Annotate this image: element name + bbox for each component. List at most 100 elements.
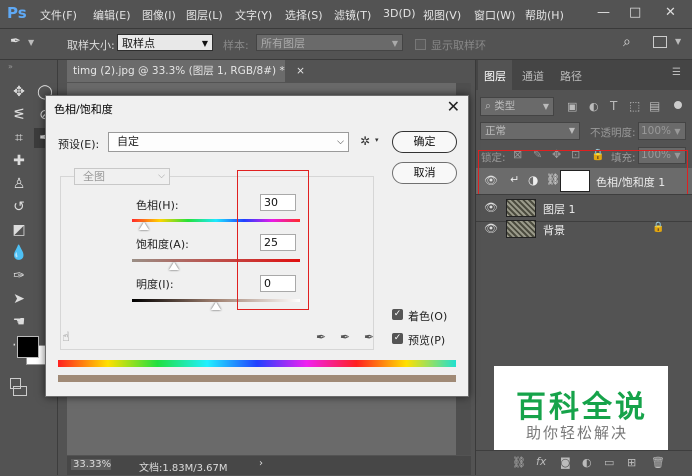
layers-footer: ⛓ fx ◙ ◐ ▭ ⊞ 🗑: [476, 450, 692, 476]
preset-value: 自定: [117, 135, 139, 148]
colorize-label: 着色(O): [408, 310, 448, 323]
preset-select[interactable]: 自定 ⌵: [108, 132, 349, 152]
menu-select[interactable]: 选择(S): [285, 7, 323, 23]
adjustment-group: [60, 176, 374, 350]
menu-edit[interactable]: 编辑(E): [93, 7, 131, 23]
filter-smart-icon[interactable]: ▤: [649, 99, 660, 113]
blend-mode-select[interactable]: 正常 ▼: [480, 122, 580, 140]
opacity-label: 不透明度:: [590, 127, 636, 139]
add-mask-icon[interactable]: ◙: [560, 456, 571, 469]
ok-button[interactable]: 确定: [392, 131, 457, 153]
chevron-down-icon: ▼: [201, 39, 208, 48]
crop-tool-icon[interactable]: ⌗: [8, 128, 30, 148]
eye-icon[interactable]: 👁: [484, 201, 498, 214]
link-layers-icon[interactable]: ⛓: [512, 456, 526, 469]
saturation-slider-thumb[interactable]: [169, 262, 179, 270]
input-color-bar: [58, 360, 456, 367]
sample-size-label: 取样大小:: [67, 39, 115, 52]
menu-type[interactable]: 文字(Y): [235, 7, 272, 23]
chevron-down-icon: ⌵: [337, 137, 344, 147]
new-adjustment-icon[interactable]: ◐: [582, 456, 592, 469]
eraser-tool-icon[interactable]: ◩: [8, 220, 30, 240]
close-window-button[interactable]: ✕: [665, 5, 676, 20]
new-layer-icon[interactable]: ⊞: [627, 456, 636, 469]
show-ring-label: 显示取样环: [431, 39, 486, 52]
panel-menu-icon[interactable]: ☰: [672, 67, 681, 78]
eyedropper-icon[interactable]: ✒: [10, 34, 21, 49]
screen-mode-icon[interactable]: [13, 386, 27, 396]
eye-icon[interactable]: 👁: [484, 222, 498, 235]
sample-size-select[interactable]: 取样点 ▼: [117, 34, 213, 51]
fx-icon[interactable]: fx: [536, 455, 546, 468]
layer-row-layer-1[interactable]: 👁 图层 1: [476, 195, 692, 221]
filter-shape-icon[interactable]: ⬚: [629, 99, 640, 113]
tab-layers[interactable]: 图层: [484, 68, 506, 84]
document-title: timg (2).jpg @ 33.3% (图层 1, RGB/8#) *: [73, 65, 285, 77]
layer-name[interactable]: 背景: [543, 222, 565, 238]
collapse-icon[interactable]: »: [8, 62, 13, 71]
path-select-icon[interactable]: ➤: [8, 289, 30, 309]
minimize-button[interactable]: —: [597, 5, 610, 20]
preview-checkbox[interactable]: ✓: [392, 333, 403, 344]
healing-brush-icon[interactable]: ✚: [8, 151, 30, 171]
blur-tool-icon[interactable]: 💧: [8, 243, 30, 263]
status-menu-arrow[interactable]: ›: [259, 458, 263, 469]
close-dialog-button[interactable]: ✕: [447, 97, 460, 116]
sample-select[interactable]: 所有图层 ▼: [256, 34, 403, 51]
layer-filter-select[interactable]: ⌕ 类型 ▼: [480, 97, 554, 116]
menu-file[interactable]: 文件(F): [40, 7, 77, 23]
maximize-button[interactable]: □: [629, 5, 641, 20]
hand-adjust-icon[interactable]: ☝: [62, 330, 70, 345]
hue-slider-thumb[interactable]: [139, 222, 149, 230]
lasso-tool-icon[interactable]: ᓬ: [8, 105, 30, 125]
layer-row-background[interactable]: 👁 背景 🔒: [476, 220, 692, 248]
chevron-down-icon[interactable]: ▾: [375, 136, 379, 144]
lightness-slider-thumb[interactable]: [211, 302, 221, 310]
filter-pixel-icon[interactable]: ▣: [567, 100, 577, 113]
new-group-icon[interactable]: ▭: [604, 456, 614, 469]
move-tool-icon[interactable]: ✥: [8, 82, 30, 102]
colorize-checkbox[interactable]: ✓: [392, 309, 403, 320]
watermark: 百科全说 助你轻松解决: [494, 366, 668, 450]
tab-paths[interactable]: 路径: [560, 68, 582, 84]
layer-thumbnail: [506, 220, 536, 238]
eyedropper-plus-icon[interactable]: ✒: [340, 330, 350, 344]
channel-select[interactable]: 全图 ⌵: [74, 168, 170, 185]
history-brush-icon[interactable]: ↺: [8, 197, 30, 217]
zoom-level[interactable]: 33.33%: [71, 459, 111, 470]
menu-bar: Ps 文件(F) 编辑(E) 图像(I) 图层(L) 文字(Y) 选择(S) 滤…: [0, 0, 692, 29]
menu-view[interactable]: 视图(V): [423, 7, 461, 23]
hue-label: 色相(H):: [136, 199, 179, 212]
menu-help[interactable]: 帮助(H): [525, 7, 564, 23]
filter-adjustment-icon[interactable]: ◐: [589, 100, 599, 113]
chevron-down-icon[interactable]: ▼: [675, 37, 681, 46]
sample-value: 所有图层: [261, 37, 305, 50]
opacity-input[interactable]: 100% ▼: [638, 122, 686, 140]
channel-value: 全图: [83, 170, 105, 183]
document-tab[interactable]: timg (2).jpg @ 33.3% (图层 1, RGB/8#) * ×: [67, 60, 305, 82]
layer-name[interactable]: 图层 1: [543, 201, 576, 217]
workspace-icon[interactable]: [653, 36, 667, 48]
menu-3d[interactable]: 3D(D): [383, 7, 416, 20]
filter-toggle-icon[interactable]: [674, 101, 682, 109]
menu-image[interactable]: 图像(I): [142, 7, 176, 23]
tab-channels[interactable]: 通道: [522, 68, 544, 84]
chevron-down-icon[interactable]: ▼: [28, 38, 34, 47]
menu-window[interactable]: 窗口(W): [474, 7, 515, 23]
filter-type-icon[interactable]: T: [610, 99, 617, 113]
show-ring-checkbox[interactable]: [415, 39, 426, 50]
menu-layer[interactable]: 图层(L): [186, 7, 223, 23]
chevron-down-icon: ⌵: [158, 171, 165, 181]
delete-layer-icon[interactable]: 🗑: [651, 456, 665, 469]
gear-icon[interactable]: ✲: [360, 134, 370, 148]
pen-tool-icon[interactable]: ✑: [8, 266, 30, 286]
hand-tool-icon[interactable]: ☚: [8, 312, 30, 332]
search-icon[interactable]: ⌕: [623, 34, 631, 50]
close-tab-icon[interactable]: ×: [296, 65, 305, 77]
foreground-color-swatch[interactable]: [17, 336, 39, 358]
eyedropper-minus-icon[interactable]: ✒: [364, 330, 374, 344]
cancel-button[interactable]: 取消: [392, 162, 457, 184]
menu-filter[interactable]: 滤镜(T): [334, 7, 371, 23]
eyedropper-icon[interactable]: ✒: [316, 330, 326, 344]
clone-stamp-icon[interactable]: ♙: [8, 174, 30, 194]
